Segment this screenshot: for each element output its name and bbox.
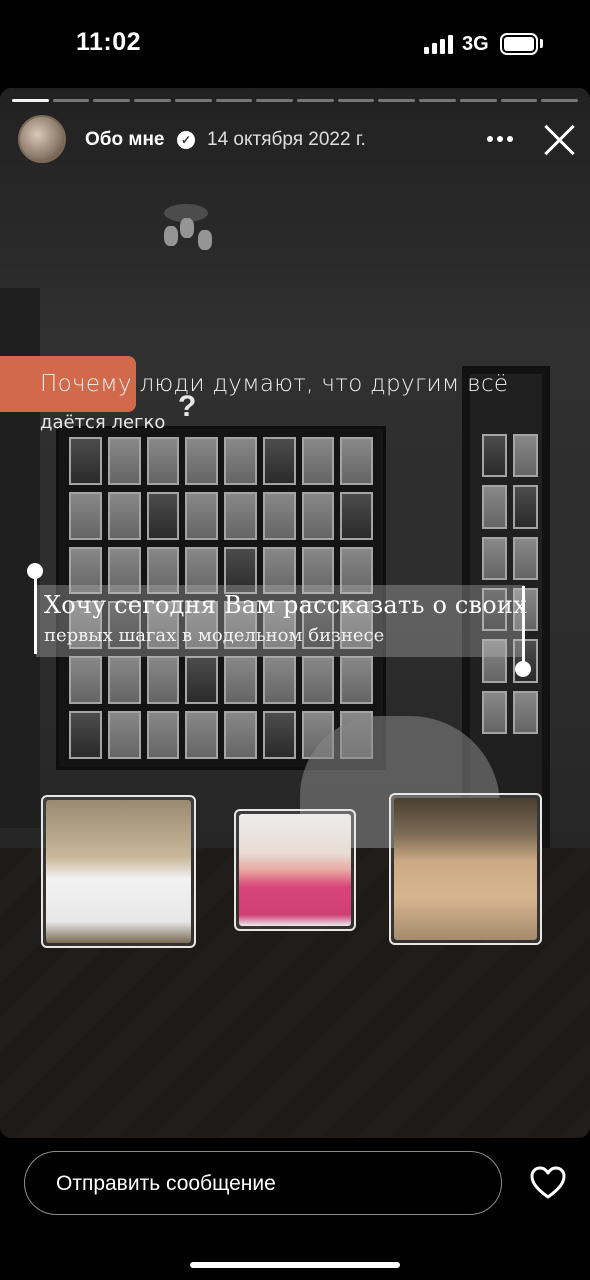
close-icon[interactable] bbox=[544, 124, 576, 156]
story-viewer[interactable]: Обо мне ✓ 14 октября 2022 г. Почему люди… bbox=[0, 88, 590, 1138]
story-author[interactable]: Обо мне bbox=[85, 129, 165, 151]
battery-tip bbox=[540, 39, 543, 48]
story-progress bbox=[12, 99, 579, 102]
question-line-2: даётся легко bbox=[40, 412, 166, 433]
selection-handle-left-dot bbox=[27, 563, 43, 579]
progress-segment bbox=[297, 99, 334, 102]
progress-segment bbox=[378, 99, 416, 102]
progress-segment bbox=[215, 99, 253, 102]
progress-segment bbox=[459, 99, 497, 102]
photo-card-1 bbox=[41, 795, 196, 948]
status-time: 11:02 bbox=[76, 28, 142, 56]
text-sticker-line-2: первых шагах в модельном бизнесе bbox=[44, 625, 385, 646]
progress-segment bbox=[52, 99, 90, 102]
progress-segment bbox=[337, 99, 375, 102]
battery-icon bbox=[500, 33, 538, 55]
question-line-1: Почему люди думают, что другим всё bbox=[40, 371, 508, 397]
progress-segment bbox=[174, 99, 212, 102]
progress-segment bbox=[419, 99, 456, 102]
photo-card-3 bbox=[389, 793, 542, 945]
photo-card-2 bbox=[234, 809, 356, 931]
home-indicator bbox=[190, 1262, 400, 1268]
story-date: 14 октября 2022 г. bbox=[207, 129, 366, 150]
verified-badge-icon: ✓ bbox=[177, 131, 195, 149]
signal-icon bbox=[424, 34, 454, 54]
avatar[interactable] bbox=[18, 115, 66, 163]
status-bar: 11:02 3G bbox=[0, 0, 590, 88]
question-mark: ? bbox=[178, 390, 197, 423]
text-sticker-line-1: Хочу сегодня Вам рассказать о своих bbox=[44, 591, 527, 619]
selection-handle-right bbox=[522, 586, 525, 666]
selection-handle-right-dot bbox=[515, 661, 531, 677]
selection-handle-left bbox=[34, 574, 37, 654]
progress-segment bbox=[12, 99, 49, 102]
network-type: 3G bbox=[462, 33, 489, 55]
progress-segment bbox=[134, 99, 171, 102]
progress-segment bbox=[256, 99, 294, 102]
question-highlight-word: Почему bbox=[40, 371, 132, 397]
progress-segment bbox=[541, 99, 579, 102]
progress-segment bbox=[93, 99, 131, 102]
more-options-icon[interactable] bbox=[486, 127, 514, 151]
send-message-placeholder: Отправить сообщение bbox=[56, 1172, 276, 1195]
progress-segment bbox=[500, 99, 538, 102]
heart-icon[interactable] bbox=[530, 1166, 566, 1200]
